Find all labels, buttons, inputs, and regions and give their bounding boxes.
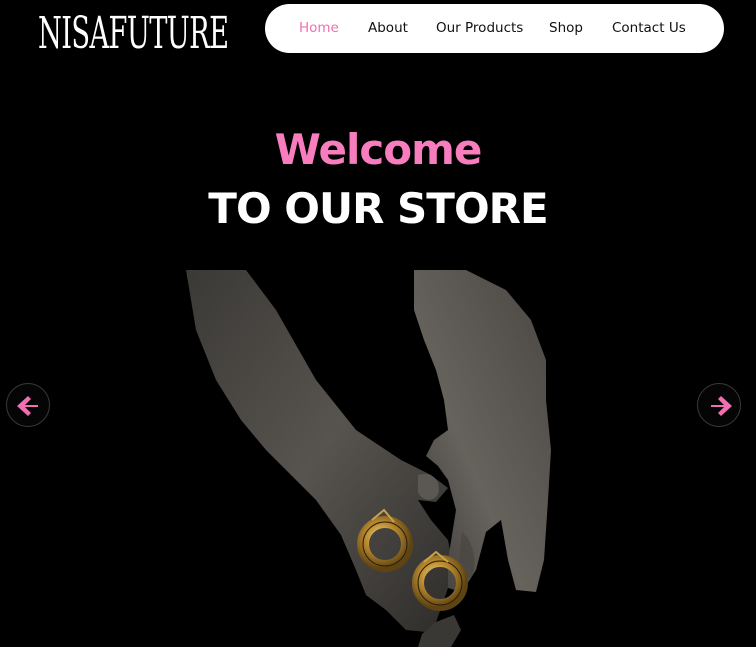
arrow-right-icon xyxy=(711,396,732,416)
hero-subheading: TO OUR STORE xyxy=(208,184,548,233)
brand-logo[interactable]: NISAFUTURE xyxy=(38,10,229,58)
nav-item-home[interactable]: Home xyxy=(299,4,339,53)
page: NISAFUTURE Home About Our Products Shop … xyxy=(0,0,756,647)
hero-image xyxy=(186,270,556,647)
main-nav: Home About Our Products Shop Contact Us xyxy=(265,4,724,53)
arrow-left-icon xyxy=(17,396,38,416)
nav-item-shop[interactable]: Shop xyxy=(549,4,583,53)
nav-item-our-products[interactable]: Our Products xyxy=(436,4,523,53)
nav-item-about[interactable]: About xyxy=(368,4,408,53)
hands-earrings-illustration xyxy=(186,270,551,647)
hero-heading: Welcome xyxy=(274,125,483,174)
nav-item-contact-us[interactable]: Contact Us xyxy=(612,4,686,53)
carousel-prev-button[interactable] xyxy=(6,383,50,427)
carousel-next-button[interactable] xyxy=(697,383,741,427)
